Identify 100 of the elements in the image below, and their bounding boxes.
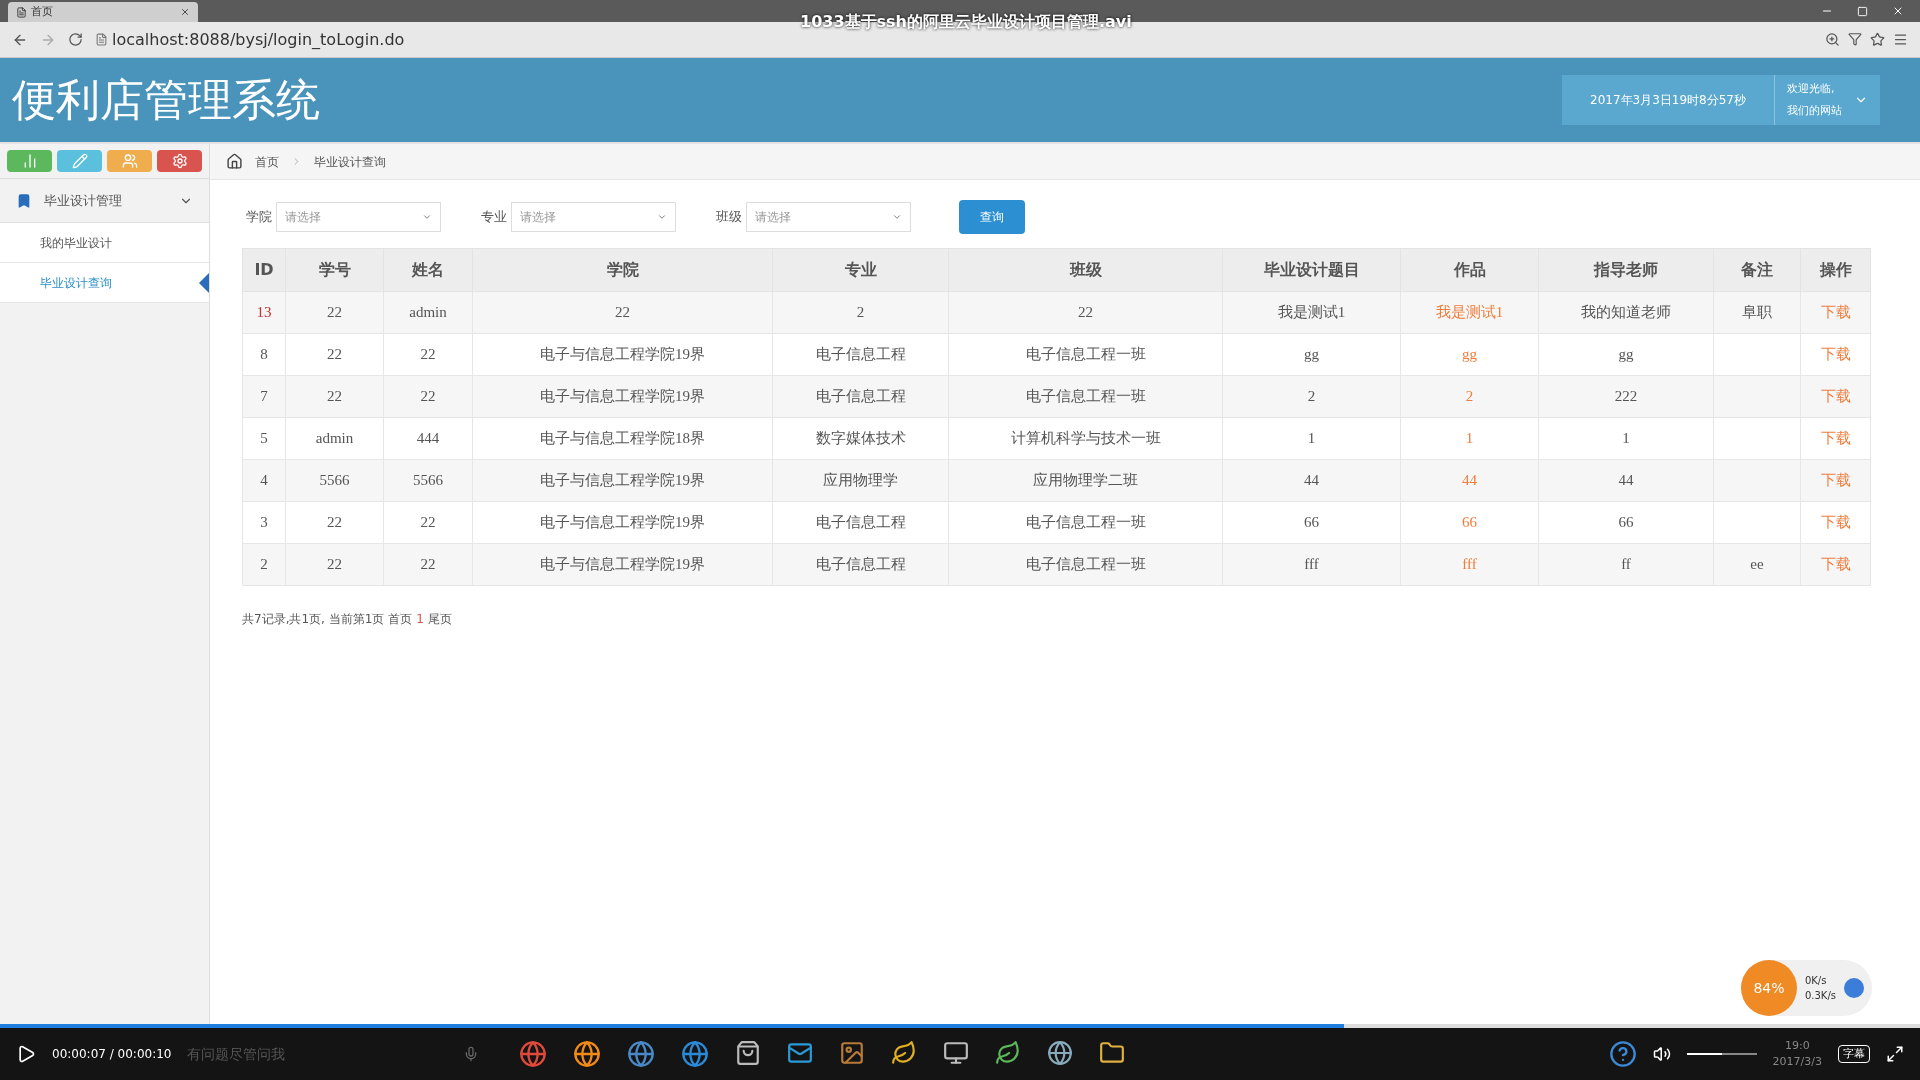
globe-icon[interactable] <box>681 1040 710 1068</box>
table-cell: 电子信息工程 <box>815 388 906 405</box>
table-cell: 1 <box>1622 430 1630 447</box>
image-icon[interactable] <box>839 1040 866 1066</box>
help-icon[interactable] <box>1608 1040 1637 1068</box>
table-cell: ee <box>1750 556 1764 573</box>
table-cell: 数字媒体技术 <box>815 430 906 447</box>
table-cell: 13 <box>256 304 272 321</box>
play-icon[interactable] <box>16 1044 36 1064</box>
close-icon[interactable] <box>180 7 190 17</box>
date-text: 2017/3/3 <box>1772 1054 1822 1070</box>
table-cell: 22 <box>420 514 436 531</box>
table-cell: 电子与信息工程学院18界 <box>540 430 705 447</box>
filter-icon[interactable] <box>1848 32 1862 46</box>
home-icon[interactable] <box>226 153 243 170</box>
shortcut-button[interactable] <box>157 150 202 172</box>
net-speed-text: 0K/s <box>1804 974 1828 988</box>
select-field[interactable]: 请选择 <box>746 202 911 232</box>
column-header: 学号 <box>285 248 384 292</box>
fullscreen-icon[interactable] <box>1886 1045 1904 1063</box>
download-link[interactable]: 下载 <box>1820 514 1851 531</box>
query-button[interactable]: 查询 <box>959 200 1025 234</box>
download-link[interactable]: 下载 <box>1820 388 1851 405</box>
breadcrumb-link[interactable]: 首页 <box>255 152 279 171</box>
table-cell: 电子信息工程 <box>815 346 906 363</box>
active-indicator <box>199 273 209 293</box>
table-cell: 电子信息工程 <box>815 514 906 531</box>
download-link[interactable]: 下载 <box>1820 346 1851 363</box>
pagination-summary: 共7记录,共1页, 当前第1页 <box>242 611 385 628</box>
table-cell: 5566 <box>319 472 350 489</box>
net-speed-text: 0.3K/s <box>1804 989 1836 1003</box>
table-cell: 我是测试1 <box>1435 304 1504 321</box>
speed-badge[interactable]: 84% <box>1740 960 1797 1016</box>
video-time: 00:00:07 / 00:00:10 <box>52 1046 172 1063</box>
table-cell: 22 <box>327 388 342 405</box>
pagination-link[interactable]: 1 <box>416 610 424 628</box>
select-field[interactable]: 请选择 <box>511 202 676 232</box>
column-header: 备注 <box>1713 248 1801 292</box>
globe-icon[interactable] <box>627 1040 656 1068</box>
leaf-icon[interactable] <box>995 1040 1022 1066</box>
close-icon[interactable] <box>1892 5 1904 17</box>
table-cell: 7 <box>260 388 268 405</box>
pagination-link[interactable]: 首页 <box>388 610 413 628</box>
monitor-icon[interactable] <box>943 1040 970 1066</box>
table-cell: 电子与信息工程学院19界 <box>540 514 705 531</box>
zoom-icon[interactable] <box>1825 32 1840 47</box>
column-header: 毕业设计题目 <box>1222 248 1401 292</box>
caret-icon <box>422 212 432 222</box>
table-cell: 22 <box>1078 304 1093 321</box>
table-cell: 计算机科学与技术一班 <box>1010 430 1161 447</box>
table-cell: 222 <box>1614 388 1638 405</box>
table-cell: 44 <box>1304 472 1319 489</box>
download-link[interactable]: 下载 <box>1820 472 1851 489</box>
table-cell: 电子与信息工程学院19界 <box>540 556 705 573</box>
store-icon[interactable] <box>735 1040 762 1066</box>
video-title: 1033基于ssh的阿里云毕业设计项目管理.avi <box>800 11 1132 33</box>
filter-label: 专业 <box>481 208 507 227</box>
table-cell: 66 <box>1618 514 1634 531</box>
reload-icon[interactable] <box>68 32 83 47</box>
table-cell: 22 <box>420 346 436 363</box>
download-link[interactable]: 下载 <box>1820 556 1851 573</box>
mail-icon[interactable] <box>787 1040 814 1066</box>
table-cell: fff <box>1462 556 1477 573</box>
download-link[interactable]: 下载 <box>1820 304 1851 321</box>
globe-icon[interactable] <box>519 1040 548 1068</box>
progress-track[interactable] <box>0 1024 1920 1028</box>
leaf-icon[interactable] <box>891 1040 918 1066</box>
pagination-link[interactable]: 尾页 <box>428 610 452 628</box>
column-header: 学院 <box>472 248 773 292</box>
caret-icon <box>657 212 667 222</box>
maximize-icon[interactable] <box>1857 5 1868 17</box>
globe-icon[interactable] <box>573 1040 602 1068</box>
table-cell: ff <box>1621 556 1631 573</box>
table-cell: 电子与信息工程学院19界 <box>540 346 705 363</box>
table-cell: 22 <box>420 556 436 573</box>
filter-label: 班级 <box>716 208 742 227</box>
table-cell: 电子信息工程一班 <box>1025 388 1146 405</box>
download-link[interactable]: 下载 <box>1820 430 1851 447</box>
table-cell: gg <box>1462 346 1477 363</box>
table-cell: 2 <box>260 556 268 573</box>
table-cell: 我的知道老师 <box>1581 304 1671 321</box>
folder-icon[interactable] <box>1099 1040 1126 1066</box>
app-title: 便利店管理系统 <box>12 73 320 127</box>
browser-tab[interactable]: 首页 <box>8 2 198 22</box>
volume-icon[interactable] <box>1652 1045 1671 1063</box>
table-cell: 3 <box>260 514 268 531</box>
sidebar-submenu-item[interactable]: 毕业设计查询 <box>0 263 209 303</box>
breadcrumb-link[interactable]: 毕业设计查询 <box>314 152 386 171</box>
globe-icon[interactable] <box>1047 1040 1074 1066</box>
subtitle-button[interactable]: 字幕 <box>1838 1044 1870 1064</box>
table-cell: admin <box>409 304 447 321</box>
sidebar-submenu-item[interactable]: 我的毕业设计 <box>0 223 209 263</box>
table-cell: 5 <box>260 430 268 447</box>
taskbar-search-field[interactable]: 有问题尽管问我 <box>187 1043 448 1065</box>
select-field[interactable]: 请选择 <box>276 202 441 232</box>
menu-icon[interactable] <box>1893 32 1908 47</box>
column-header: 作品 <box>1400 248 1539 292</box>
star-icon[interactable] <box>1870 32 1885 47</box>
table-cell: 电子信息工程一班 <box>1025 514 1146 531</box>
table-cell: fff <box>1304 556 1319 573</box>
